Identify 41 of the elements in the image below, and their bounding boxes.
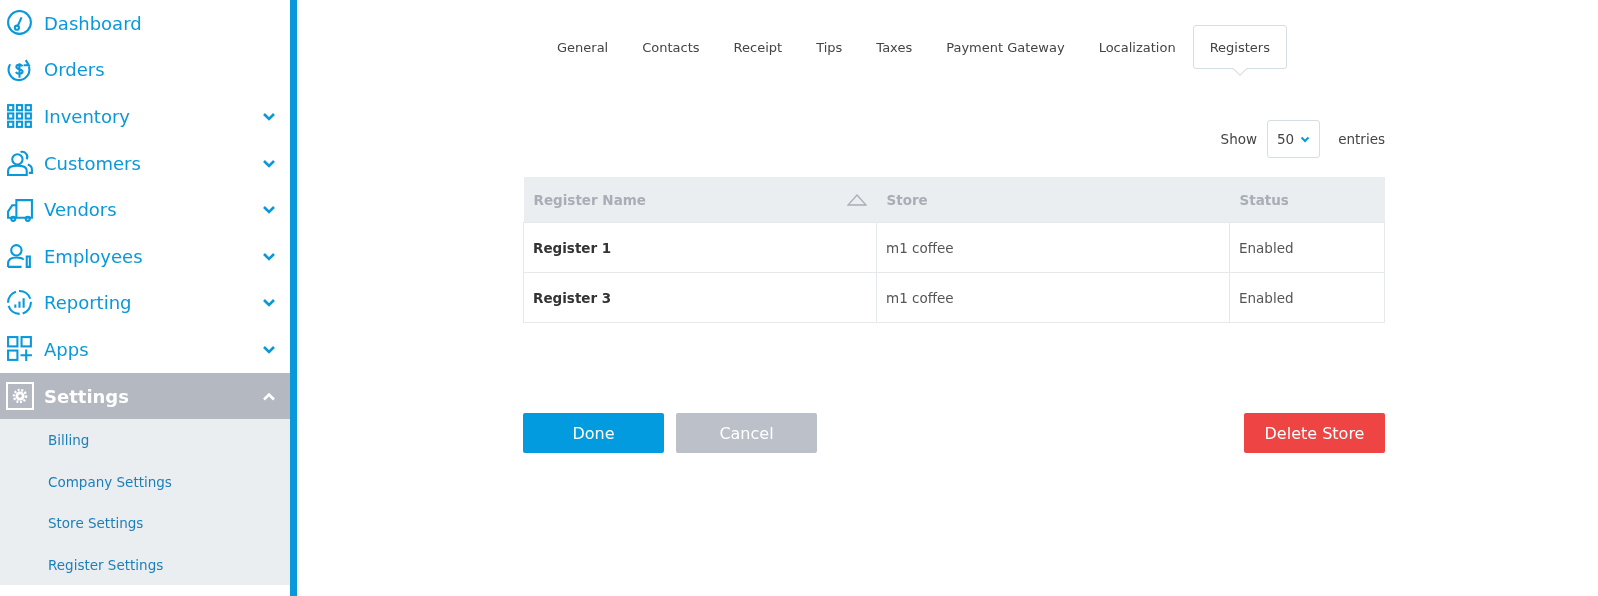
submenu-item[interactable]: Billing: [0, 419, 290, 461]
table-cell: Register 1: [523, 222, 877, 273]
tab[interactable]: General: [540, 25, 626, 69]
entries-label: entries: [1338, 131, 1385, 147]
grid-icon: [6, 102, 34, 131]
column-header[interactable]: Register Name: [523, 177, 877, 223]
chevron-down-icon: [1300, 135, 1311, 143]
column-header[interactable]: Store: [876, 177, 1230, 223]
submenu-item[interactable]: Company Settings: [0, 460, 290, 503]
chevron-down-icon: [262, 112, 276, 121]
tab[interactable]: Contacts: [625, 25, 717, 69]
apps-add-icon: [6, 335, 34, 364]
chevron-down-icon: [262, 298, 276, 308]
people-icon: [6, 149, 34, 178]
table-cell: Register 3: [523, 272, 877, 323]
done-button[interactable]: Done: [523, 413, 664, 453]
table-cell: m1 coffee: [876, 272, 1230, 323]
person-tag-icon: [6, 242, 34, 271]
sidebar-item[interactable]: Settings: [0, 372, 290, 420]
table-cell: m1 coffee: [876, 222, 1230, 273]
tab[interactable]: Receipt: [716, 25, 800, 69]
show-label: Show: [1220, 131, 1257, 147]
table-cell: Enabled: [1229, 272, 1385, 323]
chart-circle-icon: [6, 288, 34, 317]
chevron-down-icon: [262, 158, 276, 168]
tab[interactable]: Payment Gateway: [929, 25, 1082, 69]
chevron-down-icon: [262, 344, 276, 354]
tab[interactable]: Localization: [1081, 25, 1193, 69]
tab[interactable]: Tips: [799, 25, 860, 69]
chevron-down-icon: [262, 251, 276, 261]
page-size-select[interactable]: 50: [1267, 120, 1321, 158]
gear-icon: [6, 382, 34, 411]
table-cell: Enabled: [1229, 222, 1385, 273]
gauge-icon: [6, 9, 34, 38]
column-header[interactable]: Status: [1229, 177, 1385, 223]
chevron-down-icon: [262, 205, 276, 215]
tab[interactable]: Taxes: [859, 25, 930, 69]
submenu-item[interactable]: Register Settings: [0, 543, 290, 586]
chevron-up-icon: [262, 391, 276, 401]
delete-button[interactable]: Delete Store: [1244, 413, 1385, 453]
submenu-item[interactable]: Store Settings: [0, 502, 290, 544]
